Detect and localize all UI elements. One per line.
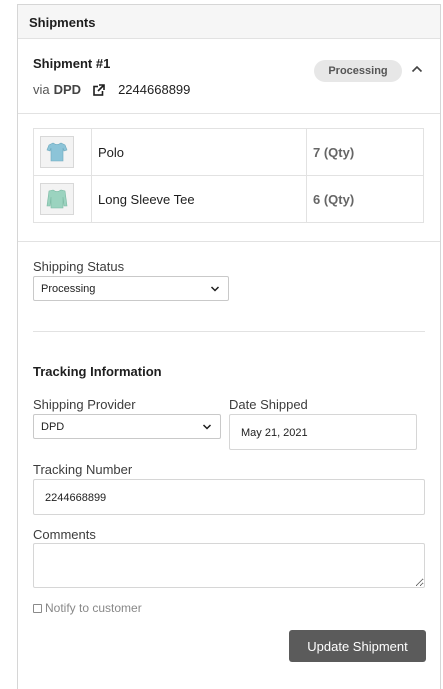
chevron-down-icon xyxy=(202,424,212,430)
items-table: Polo 7 (Qty) Long Sleeve Tee 6 (Qty) xyxy=(33,128,424,223)
table-row: Polo 7 (Qty) xyxy=(33,128,424,176)
tracking-number-input[interactable]: 2244668899 xyxy=(33,479,425,515)
item-qty: 6 (Qty) xyxy=(306,175,424,223)
chevron-up-icon[interactable] xyxy=(410,62,424,76)
shipment-header: Shipment #1 via DPD 2244668899 Processin… xyxy=(18,39,440,114)
shipping-status-label: Shipping Status xyxy=(33,259,125,274)
shipping-status-value: Processing xyxy=(41,283,96,295)
table-row: Long Sleeve Tee 6 (Qty) xyxy=(33,175,424,223)
shipping-provider-value: DPD xyxy=(41,421,65,433)
comments-label: Comments xyxy=(33,527,96,542)
item-name: Polo xyxy=(91,128,307,176)
carrier-name: DPD xyxy=(53,82,82,97)
date-shipped-input[interactable]: May 21, 2021 xyxy=(229,414,417,450)
via-label: via xyxy=(33,82,50,97)
shipments-panel: Shipments Shipment #1 via DPD 2244668899… xyxy=(17,4,441,689)
chevron-down-icon xyxy=(210,286,220,292)
checkbox-box[interactable] xyxy=(33,603,42,613)
item-name: Long Sleeve Tee xyxy=(91,175,307,223)
notify-customer-label: Notify to customer xyxy=(45,601,142,615)
tracking-section-title: Tracking Information xyxy=(33,364,162,379)
shipping-status-select[interactable]: Processing xyxy=(33,276,229,301)
shipment-carrier-line: via DPD 2244668899 xyxy=(33,82,190,97)
notify-customer-checkbox[interactable]: Notify to customer xyxy=(33,601,142,615)
product-thumbnail xyxy=(40,136,74,168)
section-divider xyxy=(33,331,425,332)
shipping-provider-label: Shipping Provider xyxy=(33,397,136,412)
panel-title: Shipments xyxy=(18,5,440,39)
comments-textarea[interactable] xyxy=(33,543,425,588)
external-link-icon[interactable] xyxy=(93,83,106,96)
date-shipped-label: Date Shipped xyxy=(229,397,308,412)
shipping-provider-select[interactable]: DPD xyxy=(33,414,221,439)
shirt-icon xyxy=(46,189,68,209)
item-qty: 7 (Qty) xyxy=(306,128,424,176)
shipment-items: Polo 7 (Qty) Long Sleeve Tee 6 (Qty) xyxy=(18,114,440,242)
tracking-number-label: Tracking Number xyxy=(33,462,133,477)
product-thumbnail xyxy=(40,183,74,215)
shirt-icon xyxy=(46,142,68,162)
tracking-number-link[interactable]: 2244668899 xyxy=(118,82,190,97)
status-badge: Processing xyxy=(314,60,402,82)
shipment-title: Shipment #1 xyxy=(33,56,111,71)
update-shipment-button[interactable]: Update Shipment xyxy=(289,630,426,662)
